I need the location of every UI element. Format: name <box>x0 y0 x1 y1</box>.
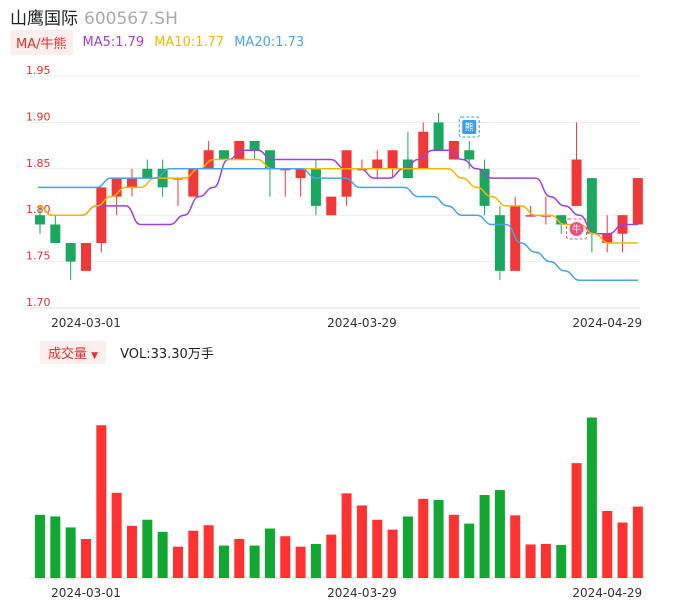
price-x-axis: 2024-03-01 2024-03-29 2024-04-29 <box>51 316 642 330</box>
volume-bar <box>126 525 137 578</box>
volume-bar <box>80 538 91 578</box>
volume-bar <box>65 527 76 578</box>
price-tick-label: 1.95 <box>26 64 51 77</box>
ma10-line <box>37 158 638 244</box>
candle-body <box>50 224 61 244</box>
volume-bar <box>218 545 229 578</box>
candle-body <box>494 215 505 271</box>
date-tick-label-price: 2024-04-29 <box>572 316 642 330</box>
candle-body <box>218 150 229 160</box>
candle-body <box>418 131 429 169</box>
volume-bar <box>249 545 260 578</box>
price-tick-label: 1.75 <box>26 250 51 263</box>
candle-body <box>126 178 137 188</box>
volume-bar <box>35 514 45 578</box>
date-tick-label-volume: 2024-03-29 <box>327 586 397 600</box>
volume-bar <box>326 534 337 578</box>
candle-body <box>249 140 260 151</box>
candle-body <box>188 168 199 197</box>
volume-bar <box>418 498 429 578</box>
price-tick-label: 1.80 <box>26 203 51 216</box>
candle-body <box>571 159 582 206</box>
volume-bar <box>234 538 245 578</box>
volume-bar <box>525 544 536 578</box>
volume-bar <box>172 546 183 578</box>
volume-series <box>35 417 643 578</box>
bear-marker-icon[interactable]: 熊 <box>458 116 480 138</box>
volume-bar <box>111 492 122 578</box>
volume-bar <box>356 505 367 578</box>
candle-body <box>142 168 153 179</box>
volume-bar <box>280 536 291 578</box>
candle-body <box>387 150 398 169</box>
candle-body <box>96 187 107 244</box>
price-tick-label: 1.90 <box>26 110 51 123</box>
candle-body <box>35 215 45 225</box>
candle-body <box>372 159 383 169</box>
candle-body <box>433 122 444 151</box>
volume-bar <box>617 522 628 578</box>
candle-body <box>310 168 321 206</box>
candle-body <box>586 178 597 234</box>
volume-bar <box>157 531 168 578</box>
candle-body <box>341 150 352 197</box>
volume-x-axis: 2024-03-01 2024-03-29 2024-04-29 <box>51 586 642 600</box>
volume-bar <box>96 425 107 578</box>
candle-body <box>80 243 91 271</box>
volume-bar <box>556 545 567 578</box>
volume-bar <box>188 530 199 578</box>
bear-marker-label: 熊 <box>465 121 474 133</box>
price-tick-label: 1.70 <box>26 296 51 309</box>
volume-bar <box>264 528 275 578</box>
volume-bar <box>310 543 321 578</box>
volume-bar <box>602 510 613 578</box>
date-tick-label-price: 2024-03-29 <box>327 316 397 330</box>
bull-marker-icon[interactable]: 牛 <box>566 218 588 240</box>
price-y-axis: 1.95 1.90 1.85 1.80 1.75 1.70 <box>26 64 51 309</box>
candle-body <box>326 196 337 216</box>
bull-marker-label: 牛 <box>572 223 581 235</box>
volume-bar <box>448 514 459 578</box>
volume-bar <box>387 529 398 578</box>
candle-body <box>464 150 475 160</box>
volume-bar <box>494 490 505 578</box>
volume-bar <box>50 516 61 578</box>
volume-bar <box>203 525 214 578</box>
date-tick-label-volume: 2024-04-29 <box>572 586 642 600</box>
volume-bar <box>510 515 521 578</box>
volume-bar <box>341 493 352 578</box>
ma5-line <box>37 149 638 235</box>
volume-bar <box>295 546 306 578</box>
candle-body <box>65 243 76 262</box>
volume-bar <box>402 516 413 578</box>
volume-bar <box>479 495 490 578</box>
volume-bar <box>142 519 153 578</box>
volume-bar <box>433 499 444 578</box>
stock-chart: 1.951.901.851.801.751.70 2024-03-01 2024-… <box>26 64 643 600</box>
volume-bar <box>540 543 551 578</box>
volume-bar <box>632 506 643 578</box>
date-tick-label-price: 2024-03-01 <box>51 316 121 330</box>
volume-bar <box>586 417 597 578</box>
price-tick-label: 1.85 <box>26 157 51 170</box>
volume-bar <box>372 519 383 578</box>
volume-bar <box>571 463 582 578</box>
date-tick-label-volume: 2024-03-01 <box>51 586 121 600</box>
candle-body <box>632 178 643 225</box>
volume-bar <box>464 523 475 578</box>
